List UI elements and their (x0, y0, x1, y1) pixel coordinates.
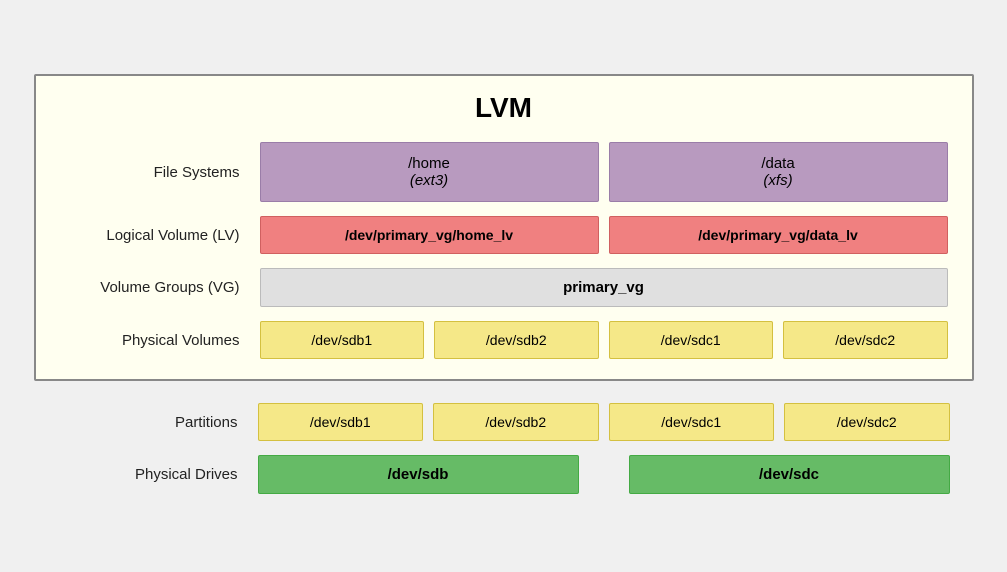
partition-sdb2: /dev/sdb2 (433, 403, 599, 441)
physical-drives-content: /dev/sdb /dev/sdc (258, 455, 950, 494)
volume-groups-content: primary_vg (260, 268, 948, 307)
lv-data-text: /dev/primary_vg/data_lv (698, 227, 858, 243)
file-systems-row: File Systems /home (ext3) /data (xfs) (60, 142, 948, 202)
partitions-row: Partitions /dev/sdb1 /dev/sdb2 /dev/sdc1… (58, 403, 950, 441)
fs-data-type: (xfs) (620, 172, 937, 189)
drive-sdb-text: /dev/sdb (388, 466, 449, 483)
partitions-content: /dev/sdb1 /dev/sdb2 /dev/sdc1 /dev/sdc2 (258, 403, 950, 441)
drive-sdc: /dev/sdc (629, 455, 950, 494)
logical-volume-label: Logical Volume (LV) (60, 227, 260, 244)
physical-volumes-content: /dev/sdb1 /dev/sdb2 /dev/sdc1 /dev/sdc2 (260, 321, 948, 359)
logical-volume-content: /dev/primary_vg/home_lv /dev/primary_vg/… (260, 216, 948, 254)
file-systems-content: /home (ext3) /data (xfs) (260, 142, 948, 202)
partition-sdc1: /dev/sdc1 (609, 403, 775, 441)
fs-data: /data (xfs) (609, 142, 948, 202)
pv-sdc2: /dev/sdc2 (783, 321, 948, 359)
pv-sdc1: /dev/sdc1 (609, 321, 774, 359)
vg-primary-text: primary_vg (563, 279, 644, 296)
fs-home-type: (ext3) (271, 172, 588, 189)
lvm-box: LVM File Systems /home (ext3) /data (xfs… (34, 74, 974, 381)
physical-volumes-label: Physical Volumes (60, 332, 260, 349)
fs-data-name: /data (620, 155, 937, 172)
drives-spacer (589, 455, 619, 494)
logical-volume-row: Logical Volume (LV) /dev/primary_vg/home… (60, 216, 948, 254)
partition-sdc2-text: /dev/sdc2 (837, 414, 897, 430)
physical-drives-label: Physical Drives (58, 466, 258, 483)
partition-sdb1-text: /dev/sdb1 (310, 414, 371, 430)
partition-sdc2: /dev/sdc2 (784, 403, 950, 441)
partitions-label: Partitions (58, 414, 258, 431)
lv-home-text: /dev/primary_vg/home_lv (345, 227, 513, 243)
main-container: LVM File Systems /home (ext3) /data (xfs… (34, 74, 974, 498)
lv-data: /dev/primary_vg/data_lv (609, 216, 948, 254)
pv-sdc2-text: /dev/sdc2 (835, 332, 895, 348)
file-systems-label: File Systems (60, 164, 260, 181)
fs-home-name: /home (271, 155, 588, 172)
bottom-section: Partitions /dev/sdb1 /dev/sdb2 /dev/sdc1… (34, 399, 974, 498)
drive-sdc-text: /dev/sdc (759, 466, 819, 483)
pv-sdb2: /dev/sdb2 (434, 321, 599, 359)
partition-sdb2-text: /dev/sdb2 (485, 414, 546, 430)
physical-volumes-row: Physical Volumes /dev/sdb1 /dev/sdb2 /de… (60, 321, 948, 359)
pv-sdc1-text: /dev/sdc1 (661, 332, 721, 348)
lvm-title: LVM (60, 92, 948, 124)
partition-sdb1: /dev/sdb1 (258, 403, 424, 441)
partition-sdc1-text: /dev/sdc1 (661, 414, 721, 430)
drive-sdb: /dev/sdb (258, 455, 579, 494)
pv-sdb2-text: /dev/sdb2 (486, 332, 547, 348)
pv-sdb1: /dev/sdb1 (260, 321, 425, 359)
physical-drives-row: Physical Drives /dev/sdb /dev/sdc (58, 455, 950, 494)
vg-primary: primary_vg (260, 268, 948, 307)
lv-home: /dev/primary_vg/home_lv (260, 216, 599, 254)
fs-home: /home (ext3) (260, 142, 599, 202)
pv-sdb1-text: /dev/sdb1 (311, 332, 372, 348)
volume-groups-label: Volume Groups (VG) (60, 279, 260, 296)
volume-groups-row: Volume Groups (VG) primary_vg (60, 268, 948, 307)
